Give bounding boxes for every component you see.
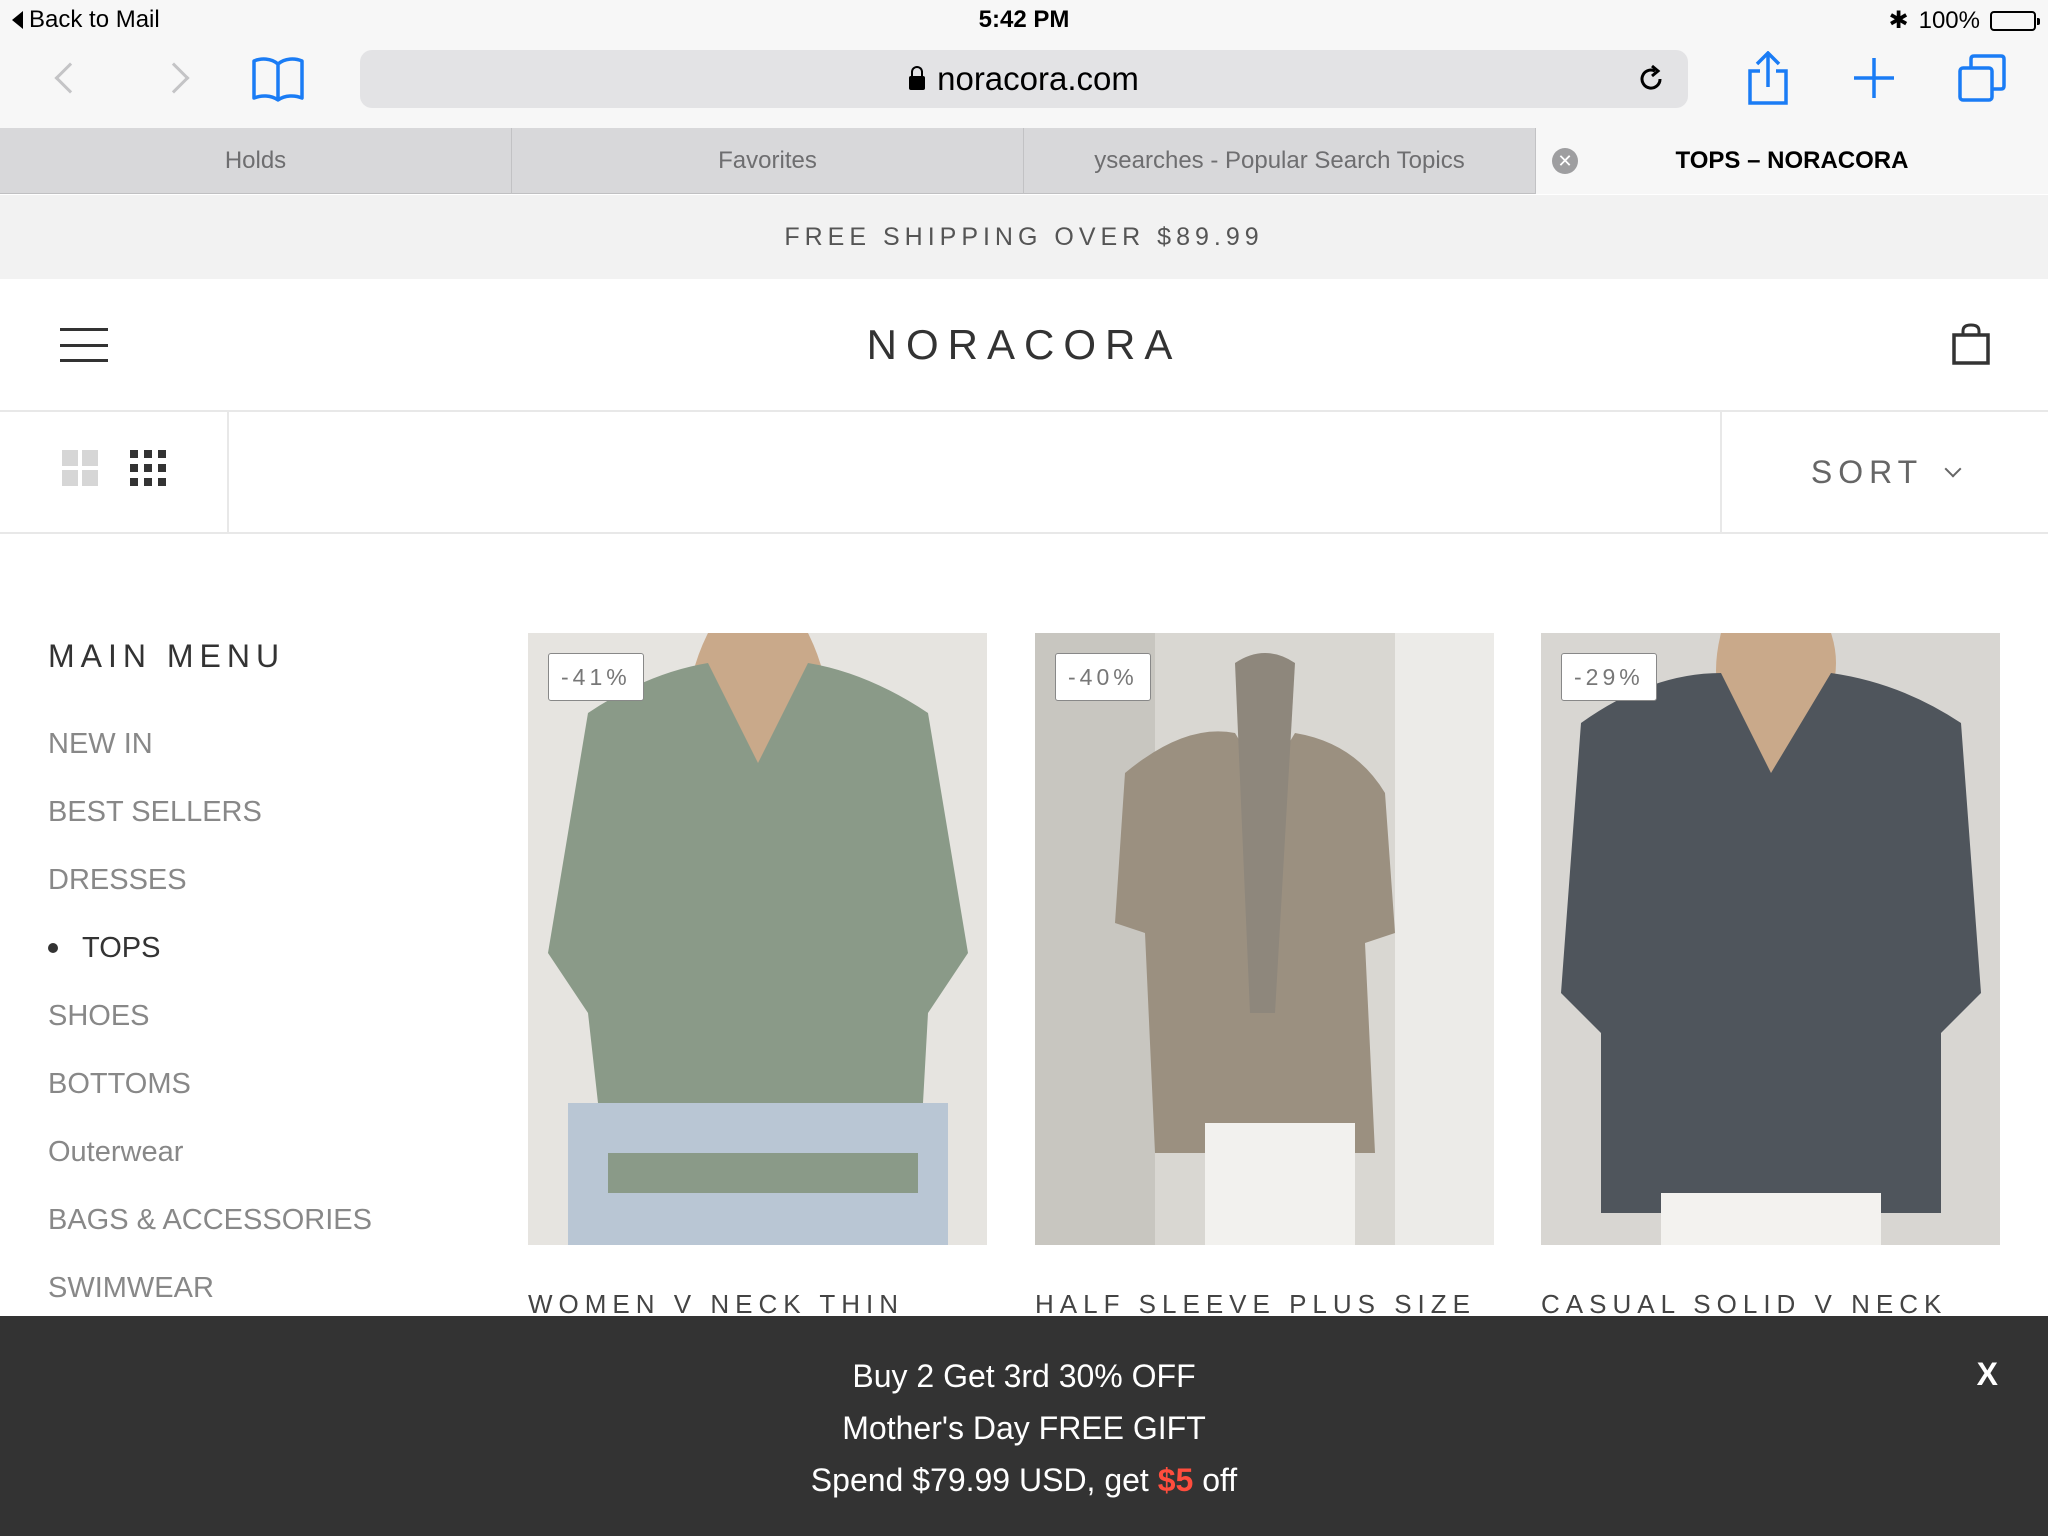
bookmarks-button[interactable] [248, 48, 308, 108]
product-image[interactable]: -41% [528, 633, 987, 1245]
menu-item-best-sellers[interactable]: BEST SELLERS [48, 778, 372, 846]
new-tab-button[interactable] [1844, 48, 1904, 108]
view-toggles [0, 412, 229, 532]
back-button[interactable] [40, 48, 100, 108]
chevron-left-icon [54, 62, 86, 94]
battery-percentage: 100% [1918, 6, 1980, 34]
sort-button[interactable]: SORT [1720, 412, 2048, 532]
menu-item-shoes[interactable]: SHOES [48, 982, 372, 1050]
menu-item-tops[interactable]: TOPS [48, 914, 372, 982]
chevron-down-icon [1944, 460, 1962, 478]
promo-line-2: Mother's Day FREE GIFT [842, 1410, 1206, 1446]
menu-item-swimwear[interactable]: SWIMWEAR [48, 1254, 372, 1322]
share-icon [1748, 51, 1788, 105]
reload-icon[interactable] [1636, 64, 1666, 94]
discount-badge: -40% [1055, 653, 1151, 701]
promo-line-3: Spend $79.99 USD, get $5 off [0, 1454, 2048, 1506]
url-text: noracora.com [937, 60, 1139, 97]
announcement-bar: FREE SHIPPING OVER $89.99 [0, 195, 2048, 279]
product-image[interactable]: -40% [1035, 633, 1494, 1245]
product-card[interactable]: -29% CASUAL SOLID V NECK [1541, 633, 2000, 1320]
menu-item-new-in[interactable]: NEW IN [48, 710, 372, 778]
battery-icon [1990, 10, 2040, 31]
browser-toolbar: noracora.com [0, 40, 2048, 128]
tab-bar: Holds Favorites ysearches - Popular Sear… [0, 128, 2048, 194]
book-icon [252, 57, 304, 102]
site-logo[interactable]: NORACORA [0, 321, 2048, 369]
menu-item-outerwear[interactable]: Outerwear [48, 1118, 372, 1186]
menu-item-bottoms[interactable]: BOTTOMS [48, 1050, 372, 1118]
product-card[interactable]: -40% HALF SLEEVE PLUS SIZE [1035, 633, 1494, 1320]
filter-bar: SORT [0, 412, 2048, 534]
promo-banner: Buy 2 Get 3rd 30% OFF Mother's Day FREE … [0, 1316, 2048, 1536]
promo-line-3-prefix: Spend $79.99 USD, get [810, 1462, 1158, 1498]
forward-button[interactable] [144, 48, 204, 108]
promo-line-3-suffix: off [1193, 1462, 1238, 1498]
two-column-grid-icon[interactable] [62, 450, 98, 486]
status-bar: Back to Mail 5:42 PM ✱ 100% [0, 0, 2048, 40]
plus-icon [1854, 58, 1894, 98]
site-header: NORACORA [0, 279, 2048, 412]
lock-icon [909, 66, 926, 90]
tab-label: Favorites [718, 147, 817, 174]
tabs-icon [1958, 54, 2006, 102]
discount-badge: -29% [1561, 653, 1657, 701]
promo-discount-amount: $5 [1157, 1462, 1194, 1498]
promo-line-1: Buy 2 Get 3rd 30% OFF [852, 1358, 1196, 1394]
tab-label: ysearches - Popular Search Topics [1094, 147, 1465, 174]
status-indicators: ✱ 100% [1888, 6, 2040, 35]
sort-label: SORT [1810, 453, 1924, 490]
tab-tops-noracora[interactable]: ✕ TOPS – NORACORA [1536, 128, 2048, 194]
address-bar[interactable]: noracora.com [360, 50, 1688, 108]
tab-ysearches[interactable]: ysearches - Popular Search Topics [1024, 128, 1536, 194]
product-card[interactable]: -41% WOMEN V NECK THIN [528, 633, 987, 1320]
product-photo [1035, 633, 1494, 1245]
close-promo-button[interactable]: X [1977, 1356, 1998, 1393]
menu-item-dresses[interactable]: DRESSES [48, 846, 372, 914]
product-photo [1541, 633, 2000, 1245]
close-tab-icon[interactable]: ✕ [1552, 148, 1578, 174]
main-menu-title: MAIN MENU [48, 638, 286, 674]
product-photo [528, 633, 987, 1245]
main-menu: NEW IN BEST SELLERS DRESSES TOPS SHOES B… [48, 710, 372, 1322]
product-image[interactable]: -29% [1541, 633, 2000, 1245]
three-column-grid-icon[interactable] [130, 450, 166, 486]
tabs-overview-button[interactable] [1952, 48, 2012, 108]
discount-badge: -41% [548, 653, 644, 701]
shopping-bag-icon[interactable] [1952, 323, 1990, 365]
bluetooth-icon: ✱ [1888, 7, 1909, 34]
tab-holds[interactable]: Holds [0, 128, 512, 194]
status-time: 5:42 PM [978, 6, 1070, 33]
tab-favorites[interactable]: Favorites [512, 128, 1024, 194]
tab-label: TOPS – NORACORA [1675, 147, 1909, 174]
share-button[interactable] [1738, 48, 1798, 108]
tab-label: Holds [224, 147, 287, 174]
chevron-right-icon [158, 62, 190, 94]
menu-item-bags-accessories[interactable]: BAGS & ACCESSORIES [48, 1186, 372, 1254]
